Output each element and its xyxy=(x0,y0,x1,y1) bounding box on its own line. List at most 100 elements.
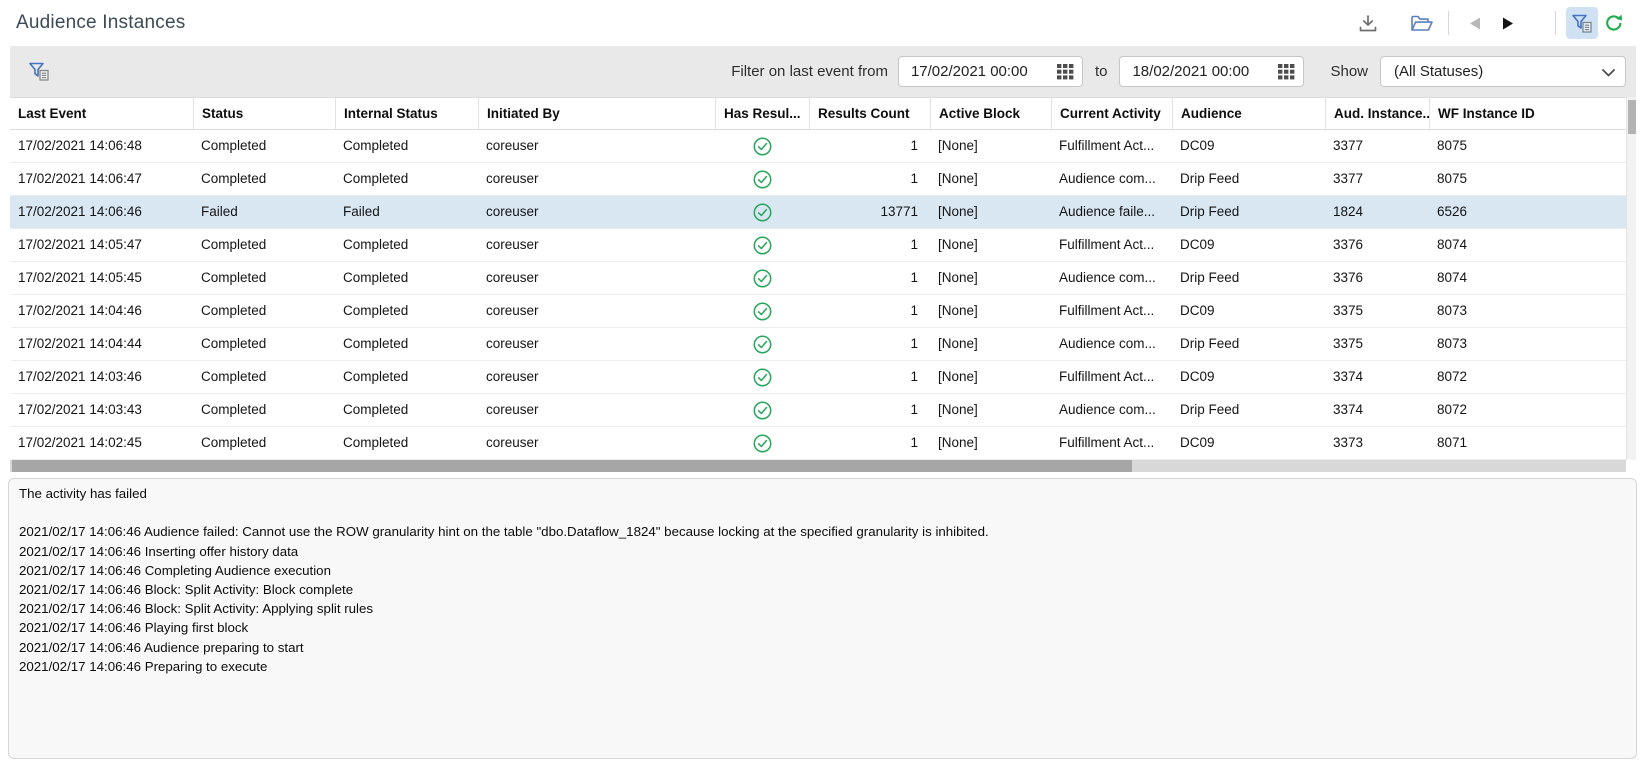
column-header-internal_status[interactable]: Internal Status xyxy=(335,98,478,129)
cell-initiated_by: coreuser xyxy=(478,163,715,195)
cell-wf_instance: 8072 xyxy=(1429,361,1626,393)
cell-audience: Drip Feed xyxy=(1172,196,1325,228)
toolbar-separator xyxy=(1448,11,1449,35)
cell-audience: Drip Feed xyxy=(1172,394,1325,426)
cell-last_event: 17/02/2021 14:04:44 xyxy=(10,328,193,360)
cell-current_activity: Fulfillment Act... xyxy=(1051,295,1172,327)
cell-status: Completed xyxy=(193,130,335,162)
cell-aud_instance: 1824 xyxy=(1325,196,1429,228)
cell-internal_status: Completed xyxy=(335,163,478,195)
cell-last_event: 17/02/2021 14:06:47 xyxy=(10,163,193,195)
filter-list-icon[interactable] xyxy=(24,57,54,87)
open-folder-icon[interactable] xyxy=(1406,7,1438,39)
calendar-icon[interactable] xyxy=(1057,64,1074,80)
cell-audience: DC09 xyxy=(1172,361,1325,393)
cell-current_activity: Audience com... xyxy=(1051,394,1172,426)
status-filter-dropdown[interactable]: (All Statuses) xyxy=(1380,56,1626,87)
horizontal-scrollbar[interactable] xyxy=(10,460,1626,472)
date-to-input[interactable]: 18/02/2021 00:00 xyxy=(1119,56,1304,87)
cell-initiated_by: coreuser xyxy=(478,229,715,261)
table-row[interactable]: 17/02/2021 14:04:44CompletedCompletedcor… xyxy=(10,328,1626,361)
cell-internal_status: Completed xyxy=(335,427,478,459)
cell-has_results xyxy=(715,196,809,228)
cell-last_event: 17/02/2021 14:02:45 xyxy=(10,427,193,459)
check-circle-icon xyxy=(753,368,772,387)
cell-aud_instance: 3376 xyxy=(1325,229,1429,261)
column-header-has_results[interactable]: Has Resul... xyxy=(715,98,809,129)
column-header-audience[interactable]: Audience xyxy=(1172,98,1325,129)
cell-last_event: 17/02/2021 14:03:43 xyxy=(10,394,193,426)
cell-status: Completed xyxy=(193,394,335,426)
check-circle-icon xyxy=(753,434,772,453)
column-header-initiated_by[interactable]: Initiated By xyxy=(478,98,715,129)
table-row[interactable]: 17/02/2021 14:06:46FailedFailedcoreuser … xyxy=(10,196,1626,229)
download-icon[interactable] xyxy=(1352,7,1384,39)
log-line: The activity has failed xyxy=(19,484,1626,503)
cell-internal_status: Completed xyxy=(335,229,478,261)
cell-initiated_by: coreuser xyxy=(478,361,715,393)
cell-active_block: [None] xyxy=(930,295,1051,327)
cell-has_results xyxy=(715,229,809,261)
cell-results_count: 1 xyxy=(809,163,930,195)
table-row[interactable]: 17/02/2021 14:03:43CompletedCompletedcor… xyxy=(10,394,1626,427)
cell-status: Completed xyxy=(193,163,335,195)
column-header-status[interactable]: Status xyxy=(193,98,335,129)
log-line xyxy=(19,503,1626,522)
cell-current_activity: Fulfillment Act... xyxy=(1051,130,1172,162)
calendar-icon[interactable] xyxy=(1278,64,1295,80)
date-from-input[interactable]: 17/02/2021 00:00 xyxy=(898,56,1083,87)
table-row[interactable]: 17/02/2021 14:05:47CompletedCompletedcor… xyxy=(10,229,1626,262)
cell-has_results xyxy=(715,328,809,360)
table-row[interactable]: 17/02/2021 14:02:45CompletedCompletedcor… xyxy=(10,427,1626,460)
cell-internal_status: Completed xyxy=(335,394,478,426)
table-row[interactable]: 17/02/2021 14:03:46CompletedCompletedcor… xyxy=(10,361,1626,394)
table-row[interactable]: 17/02/2021 14:06:48CompletedCompletedcor… xyxy=(10,130,1626,163)
cell-results_count: 1 xyxy=(809,394,930,426)
vertical-scrollbar-thumb[interactable] xyxy=(1628,100,1636,134)
column-header-last_event[interactable]: Last Event xyxy=(10,98,193,129)
column-header-current_activity[interactable]: Current Activity xyxy=(1051,98,1172,129)
table-row[interactable]: 17/02/2021 14:04:46CompletedCompletedcor… xyxy=(10,295,1626,328)
vertical-scrollbar[interactable] xyxy=(1626,97,1636,460)
cell-audience: DC09 xyxy=(1172,427,1325,459)
cell-initiated_by: coreuser xyxy=(478,328,715,360)
log-line: 2021/02/17 14:06:46 Playing first block xyxy=(19,618,1626,637)
cell-aud_instance: 3375 xyxy=(1325,295,1429,327)
cell-last_event: 17/02/2021 14:03:46 xyxy=(10,361,193,393)
cell-wf_instance: 8075 xyxy=(1429,163,1626,195)
cell-status: Completed xyxy=(193,361,335,393)
cell-current_activity: Audience com... xyxy=(1051,163,1172,195)
cell-active_block: [None] xyxy=(930,262,1051,294)
cell-current_activity: Audience com... xyxy=(1051,328,1172,360)
cell-active_block: [None] xyxy=(930,361,1051,393)
cell-initiated_by: coreuser xyxy=(478,196,715,228)
check-circle-icon xyxy=(753,170,772,189)
column-header-results_count[interactable]: Results Count xyxy=(809,98,930,129)
audience-instances-window: Audience Instances xyxy=(0,0,1644,768)
next-icon[interactable] xyxy=(1491,7,1523,39)
cell-active_block: [None] xyxy=(930,328,1051,360)
previous-icon[interactable] xyxy=(1459,7,1491,39)
cell-current_activity: Fulfillment Act... xyxy=(1051,361,1172,393)
filter-toggle-icon[interactable] xyxy=(1566,7,1598,39)
refresh-icon[interactable] xyxy=(1598,7,1630,39)
column-header-active_block[interactable]: Active Block xyxy=(930,98,1051,129)
cell-wf_instance: 8072 xyxy=(1429,394,1626,426)
cell-internal_status: Completed xyxy=(335,361,478,393)
log-line: 2021/02/17 14:06:46 Preparing to execute xyxy=(19,657,1626,676)
cell-status: Completed xyxy=(193,262,335,294)
horizontal-scrollbar-thumb[interactable] xyxy=(12,460,1132,472)
table-row[interactable]: 17/02/2021 14:06:47CompletedCompletedcor… xyxy=(10,163,1626,196)
cell-has_results xyxy=(715,130,809,162)
column-header-aud_instance[interactable]: Aud. Instance... xyxy=(1325,98,1429,129)
cell-aud_instance: 3373 xyxy=(1325,427,1429,459)
log-line: 2021/02/17 14:06:46 Audience failed: Can… xyxy=(19,522,1626,541)
cell-has_results xyxy=(715,394,809,426)
table-row[interactable]: 17/02/2021 14:05:45CompletedCompletedcor… xyxy=(10,262,1626,295)
title-bar: Audience Instances xyxy=(0,0,1644,46)
instances-table: Last EventStatusInternal StatusInitiated… xyxy=(10,97,1636,472)
check-circle-icon xyxy=(753,236,772,255)
cell-has_results xyxy=(715,262,809,294)
chevron-down-icon xyxy=(1602,69,1615,77)
column-header-wf_instance[interactable]: WF Instance ID xyxy=(1429,98,1626,129)
